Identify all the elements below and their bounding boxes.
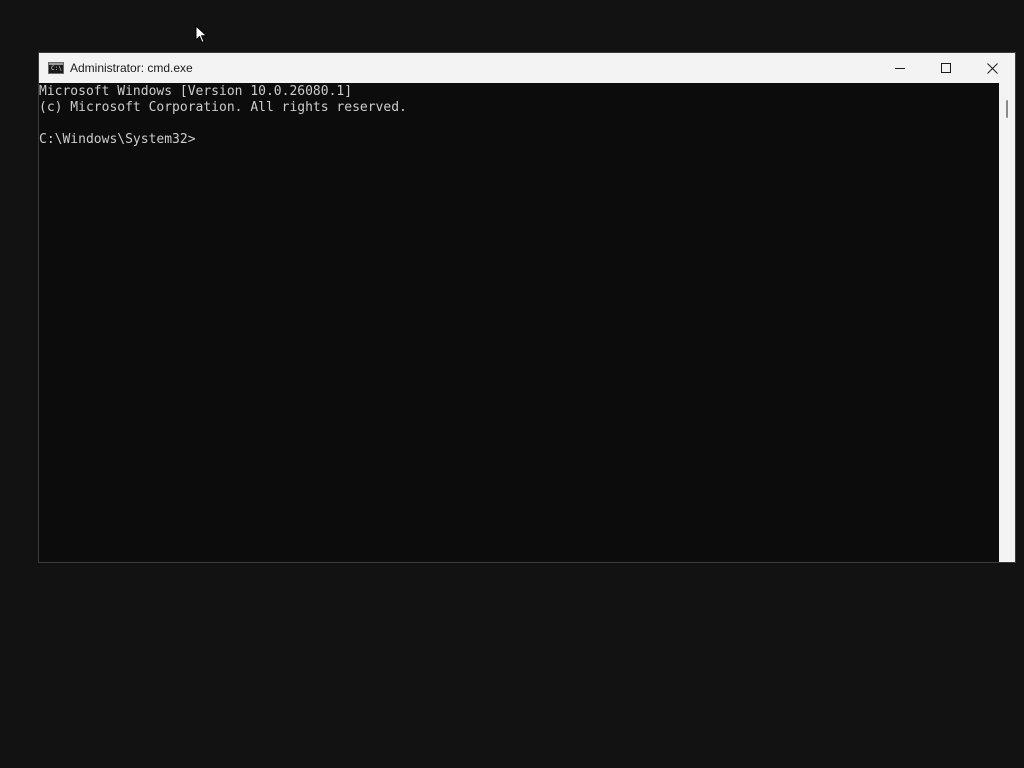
console-prompt[interactable]: C:\Windows\System32> [39, 132, 999, 148]
title-bar[interactable]: C:\ Administrator: cmd.exe [39, 53, 1015, 83]
mouse-pointer-icon [195, 25, 207, 43]
close-icon [986, 62, 998, 74]
minimize-icon [895, 68, 905, 69]
desktop: C:\ Administrator: cmd.exe Microsoft Win… [0, 0, 1024, 768]
window-title: Administrator: cmd.exe [70, 61, 193, 75]
console-output[interactable]: Microsoft Windows [Version 10.0.26080.1]… [39, 83, 999, 562]
cmd-app-icon-label: C:\ [51, 65, 62, 72]
console-line: (c) Microsoft Corporation. All rights re… [39, 100, 407, 115]
caption-buttons [877, 53, 1015, 83]
console-line: Microsoft Windows [Version 10.0.26080.1] [39, 84, 353, 99]
minimize-button[interactable] [877, 53, 923, 83]
vertical-scrollbar[interactable] [999, 83, 1015, 562]
maximize-button[interactable] [923, 53, 969, 83]
close-button[interactable] [969, 53, 1015, 83]
scrollbar-thumb[interactable] [1006, 100, 1008, 118]
cmd-window[interactable]: C:\ Administrator: cmd.exe Microsoft Win… [38, 52, 1016, 563]
cmd-app-icon[interactable]: C:\ [48, 62, 64, 74]
maximize-icon [941, 63, 951, 73]
